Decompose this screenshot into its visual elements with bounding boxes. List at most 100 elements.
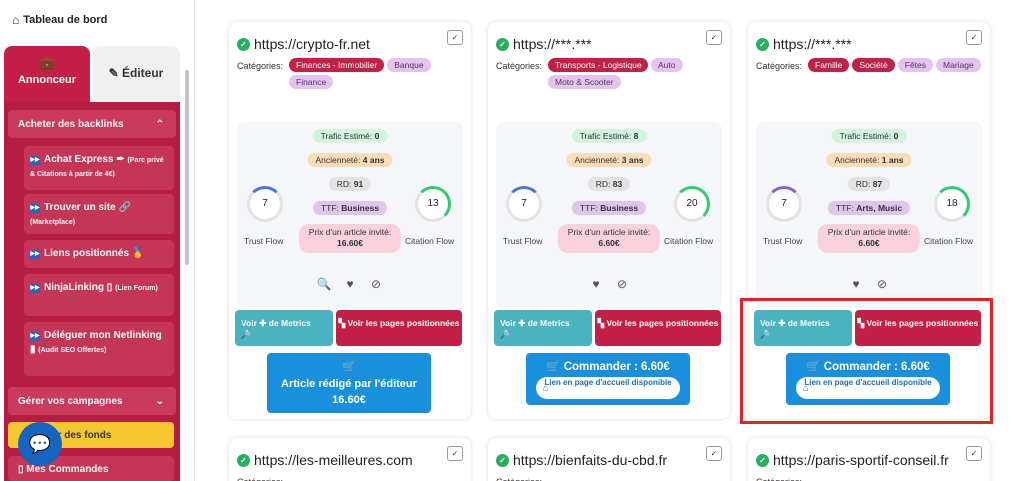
sidebar-item-achat-express[interactable]: ▶▶ Achat Express ✒ (Parc privé & Citation… xyxy=(24,146,174,190)
rd-badge: RD: 83 xyxy=(587,177,631,191)
category-tag: Fêtes xyxy=(897,58,934,72)
categories-label: Catégories: xyxy=(237,477,283,481)
block-icon[interactable]: ⊘ xyxy=(874,276,890,292)
view-positioned-pages-button[interactable]: ▚ Voir les pages positionnées xyxy=(595,310,721,346)
rd-badge: RD: 87 xyxy=(847,177,891,191)
sidebar-scrollbar[interactable] xyxy=(185,70,189,265)
sidebar: ⌂ Tableau de bord 💼 Annonceur ✎ Éditeur … xyxy=(0,0,195,481)
home-icon: ⌂ xyxy=(543,383,549,393)
category-tags: Transports - Logistique Auto Moto & Scoo… xyxy=(548,58,724,89)
order-article-button[interactable]: 🛒 Article rédigé par l'éditeur 16.60€ xyxy=(267,353,431,413)
site-url[interactable]: ✓ https://les-meilleures.com xyxy=(237,452,413,468)
view-positioned-pages-button[interactable]: ▚ Voir les pages positionnées xyxy=(336,310,462,346)
age-badge: Ancienneté: 1 ans xyxy=(826,153,912,167)
category-tag: Banque xyxy=(387,58,431,72)
traffic-badge: Trafic Estimé: 0 xyxy=(831,129,907,143)
chevron-up-icon: ⌃ xyxy=(155,118,164,130)
traffic-badge: Trafic Estimé: 0 xyxy=(312,129,388,143)
sitemap-icon: ▚ xyxy=(338,318,348,328)
dashboard-link[interactable]: ⌂ Tableau de bord xyxy=(12,13,107,27)
category-tag: Mariage xyxy=(936,58,981,72)
site-card: ✓ ✓https://les-meilleures.com Catégories… xyxy=(229,438,471,481)
categories-label: Catégories: xyxy=(496,477,542,481)
verified-icon: ✓ xyxy=(756,453,769,467)
trust-flow-label: Trust Flow xyxy=(244,236,284,246)
chat-bubble-icon[interactable]: 💬 xyxy=(18,422,62,466)
sidebar-item-trouver-site[interactable]: ▶▶ Trouver un site 🔗 (Marketplace) xyxy=(24,194,174,234)
highlight-box xyxy=(740,298,993,424)
categories-label: Catégories: xyxy=(756,477,802,481)
select-checkbox[interactable]: ✓ xyxy=(966,446,982,461)
fast-forward-icon: ▶▶ xyxy=(30,332,40,341)
homepage-link-badge: ⌂ Lien en page d'accueil disponible xyxy=(536,377,680,399)
trust-flow-label: Trust Flow xyxy=(503,236,543,246)
verified-icon: ✓ xyxy=(496,453,509,467)
action-icons: ♥ ⊘ xyxy=(848,276,890,292)
section-manage-campaigns[interactable]: Gérer vos campagnes ⌄ xyxy=(8,387,176,415)
citation-flow-gauge: 20 xyxy=(674,186,710,222)
tab-editor[interactable]: ✎ Éditeur xyxy=(92,46,180,102)
site-url[interactable]: ✓ https://crypto-fr.net xyxy=(237,36,370,52)
select-checkbox[interactable]: ✓ xyxy=(966,30,982,45)
site-card: ✓ ✓ https://crypto-fr.net Catégories: Fin… xyxy=(229,22,471,419)
sidebar-tabs: 💼 Annonceur ✎ Éditeur xyxy=(4,46,180,102)
select-checkbox[interactable]: ✓ xyxy=(447,446,463,461)
category-tags: Famille Société Fêtes Mariage xyxy=(808,58,984,72)
citation-flow-label: Citation Flow xyxy=(664,236,714,246)
price-badge: Prix d'un article invité: 16.60€ xyxy=(298,224,402,253)
verified-icon: ✓ xyxy=(756,37,769,51)
heart-icon[interactable]: ♥ xyxy=(342,276,358,292)
sidebar-item-liens-positionnes[interactable]: ▶▶ Liens positionnés 🥇 xyxy=(24,240,174,268)
trust-flow-gauge: 7 xyxy=(766,186,802,222)
section-buy-backlinks[interactable]: Acheter des backlinks ⌃ xyxy=(8,110,176,138)
heart-icon[interactable]: ♥ xyxy=(588,276,604,292)
view-metrics-button[interactable]: Voir ✚ de Metrics 🔎 xyxy=(494,310,592,346)
trust-flow-label: Trust Flow xyxy=(763,236,803,246)
site-url[interactable]: ✓ https://bienfaits-du-cbd.fr xyxy=(496,452,667,468)
trust-flow-gauge: 7 xyxy=(247,186,283,222)
view-metrics-button[interactable]: Voir ✚ de Metrics 🔎 xyxy=(235,310,333,346)
home-icon: ⌂ xyxy=(12,13,20,27)
site-url[interactable]: ✓ https://paris-sportif-conseil.fr xyxy=(756,452,949,468)
magnifier-icon: 🔎 xyxy=(241,329,252,339)
category-tag: Société xyxy=(852,58,895,72)
sidebar-item-ninjalinking[interactable]: ▶▶ NinjaLinking ▯ (Lien Forum) xyxy=(24,274,174,316)
category-tag: Auto xyxy=(651,58,683,72)
fast-forward-icon: ▶▶ xyxy=(30,250,40,259)
block-icon[interactable]: ⊘ xyxy=(614,276,630,292)
verified-icon: ✓ xyxy=(496,37,509,51)
site-card: ✓ ✓ https://***.*** Catégories: Transport… xyxy=(488,22,730,419)
fast-forward-icon: ▶▶ xyxy=(30,284,40,293)
price-badge: Prix d'un article invité: 6.60€ xyxy=(557,224,661,253)
citation-flow-gauge: 18 xyxy=(934,186,970,222)
select-checkbox[interactable]: ✓ xyxy=(706,30,722,45)
fast-forward-icon: ▶▶ xyxy=(30,204,40,213)
citation-flow-label: Citation Flow xyxy=(924,236,974,246)
box-icon: ▯ xyxy=(106,282,113,293)
site-url[interactable]: ✓ https://***.*** xyxy=(496,36,592,52)
block-icon[interactable]: ⊘ xyxy=(368,276,384,292)
traffic-badge: Trafic Estimé: 8 xyxy=(571,129,647,143)
ttf-badge: TTF: Business xyxy=(312,201,388,215)
categories-label: Catégories: xyxy=(237,61,284,71)
age-badge: Ancienneté: 4 ans xyxy=(307,153,393,167)
medal-icon: 🥇 xyxy=(131,248,145,259)
cart-icon: 🛒 xyxy=(546,361,564,373)
ttf-badge: TTF: Arts, Music xyxy=(827,201,911,215)
chevron-down-icon: ⌄ xyxy=(155,395,164,407)
briefcase-icon: 💼 xyxy=(39,56,55,70)
category-tag: Finances - Immobilier xyxy=(289,58,385,72)
heart-icon[interactable]: ♥ xyxy=(848,276,864,292)
select-checkbox[interactable]: ✓ xyxy=(706,446,722,461)
select-checkbox[interactable]: ✓ xyxy=(447,30,463,45)
citation-flow-label: Citation Flow xyxy=(405,236,455,246)
order-button[interactable]: 🛒 Commander : 6.60€ ⌂ Lien en page d'accu… xyxy=(526,353,690,405)
age-badge: Ancienneté: 3 ans xyxy=(566,153,652,167)
site-card: ✓ ✓https://bienfaits-du-cbd.fr Catégorie… xyxy=(488,438,730,481)
tab-advertiser[interactable]: 💼 Annonceur xyxy=(4,46,90,102)
search-icon[interactable]: 🔍 xyxy=(316,276,332,292)
category-tags: Finances - Immobilier Banque Finance xyxy=(289,58,465,89)
site-url[interactable]: ✓ https://***.*** xyxy=(756,36,852,52)
rd-badge: RD: 91 xyxy=(328,177,372,191)
sidebar-item-deleguer-netlinking[interactable]: ▶▶ Déléguer mon Netlinking ▮ (Audit SEO O… xyxy=(24,322,174,376)
